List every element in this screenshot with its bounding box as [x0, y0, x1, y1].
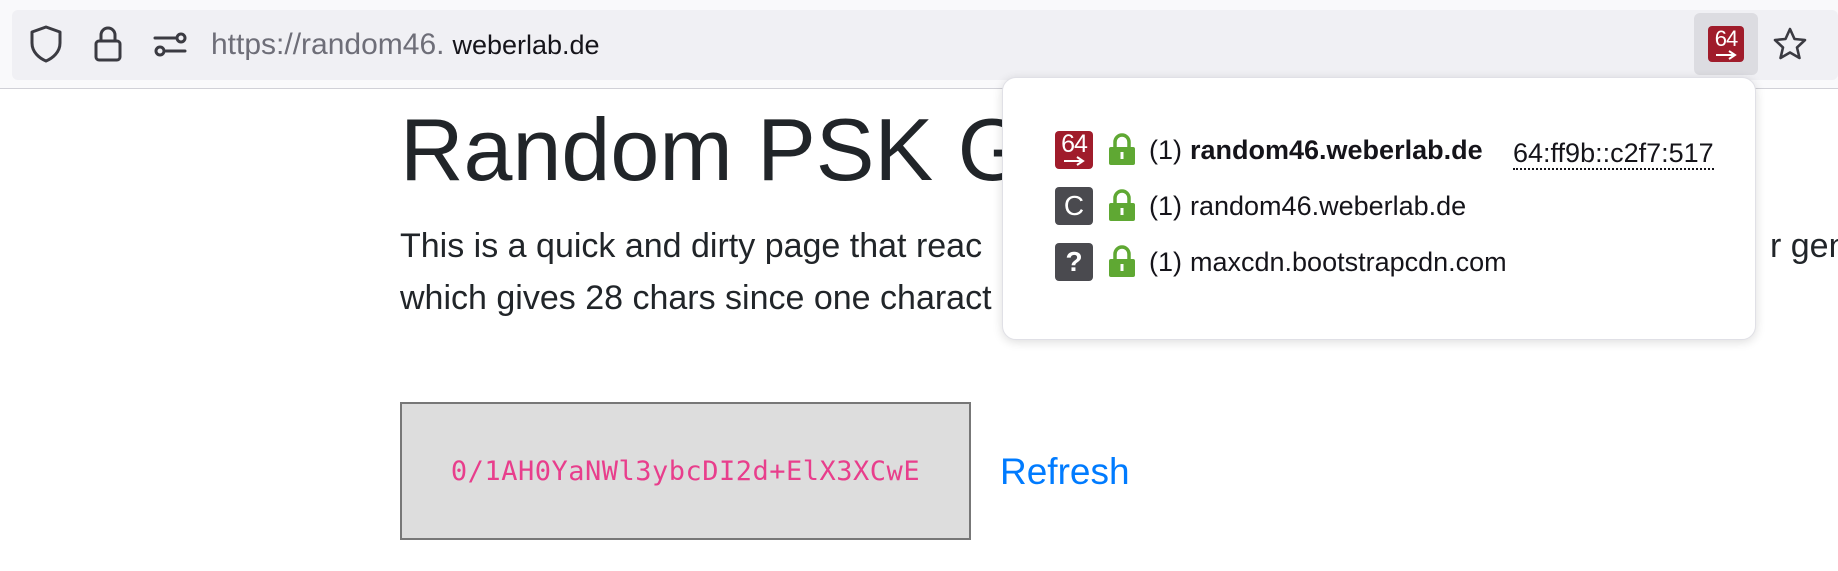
popup-row: ? (1) maxcdn.bootstrapcdn.com: [1055, 240, 1507, 284]
secure-lock-icon: [1109, 245, 1135, 277]
ipvfoo-extension-button[interactable]: 64: [1694, 13, 1758, 75]
popup-row: 64 (1) random46.weberlab.de: [1055, 128, 1483, 172]
row-count: (1): [1149, 190, 1182, 221]
row-host[interactable]: random46.weberlab.de: [1190, 191, 1466, 222]
lead-line-1-right-fragment: r gen: [1770, 227, 1838, 265]
bookmark-star-icon[interactable]: [1768, 22, 1812, 66]
row-address[interactable]: 64:ff9b::c2f7:517: [1513, 138, 1714, 170]
row-type-label: 64: [1061, 130, 1088, 158]
secure-lock-icon: [1109, 189, 1135, 221]
shield-icon[interactable]: [24, 22, 68, 66]
cache-icon: C: [1055, 187, 1093, 225]
popup-row: C (1) random46.weberlab.de: [1055, 184, 1466, 228]
refresh-link[interactable]: Refresh: [1000, 451, 1130, 493]
badge-label: 64: [1714, 26, 1738, 51]
ipv6-badge-icon: 64: [1708, 26, 1744, 62]
row-type-label: C: [1063, 190, 1085, 221]
browser-toolbar: https://random46. weberlab.de 64: [0, 0, 1838, 89]
url-text[interactable]: https://random46. weberlab.de: [211, 26, 600, 64]
row-count: (1): [1149, 246, 1182, 277]
ipv6-badge-icon: 64: [1055, 131, 1093, 169]
psk-value[interactable]: 0/1AH0YaNWl3ybcDI2d+ElX3XCwE: [451, 456, 920, 487]
ipvfoo-popup: 64 (1) random46.weberlab.de 64:ff9b::c2f…: [1002, 77, 1756, 340]
permissions-icon[interactable]: [148, 22, 192, 66]
row-host[interactable]: random46.weberlab.de: [1190, 135, 1483, 166]
row-host[interactable]: maxcdn.bootstrapcdn.com: [1190, 247, 1507, 278]
secure-lock-icon: [1109, 133, 1135, 165]
unknown-icon: ?: [1055, 243, 1093, 281]
psk-output-box: 0/1AH0YaNWl3ybcDI2d+ElX3XCwE: [400, 402, 971, 540]
url-host: weberlab.de: [452, 30, 600, 60]
row-count: (1): [1149, 134, 1182, 165]
row-type-label: ?: [1065, 246, 1083, 277]
url-prefix: https://random46.: [211, 28, 445, 61]
lock-icon[interactable]: [86, 22, 130, 66]
page-title: Random PSK Ge: [400, 100, 1075, 199]
